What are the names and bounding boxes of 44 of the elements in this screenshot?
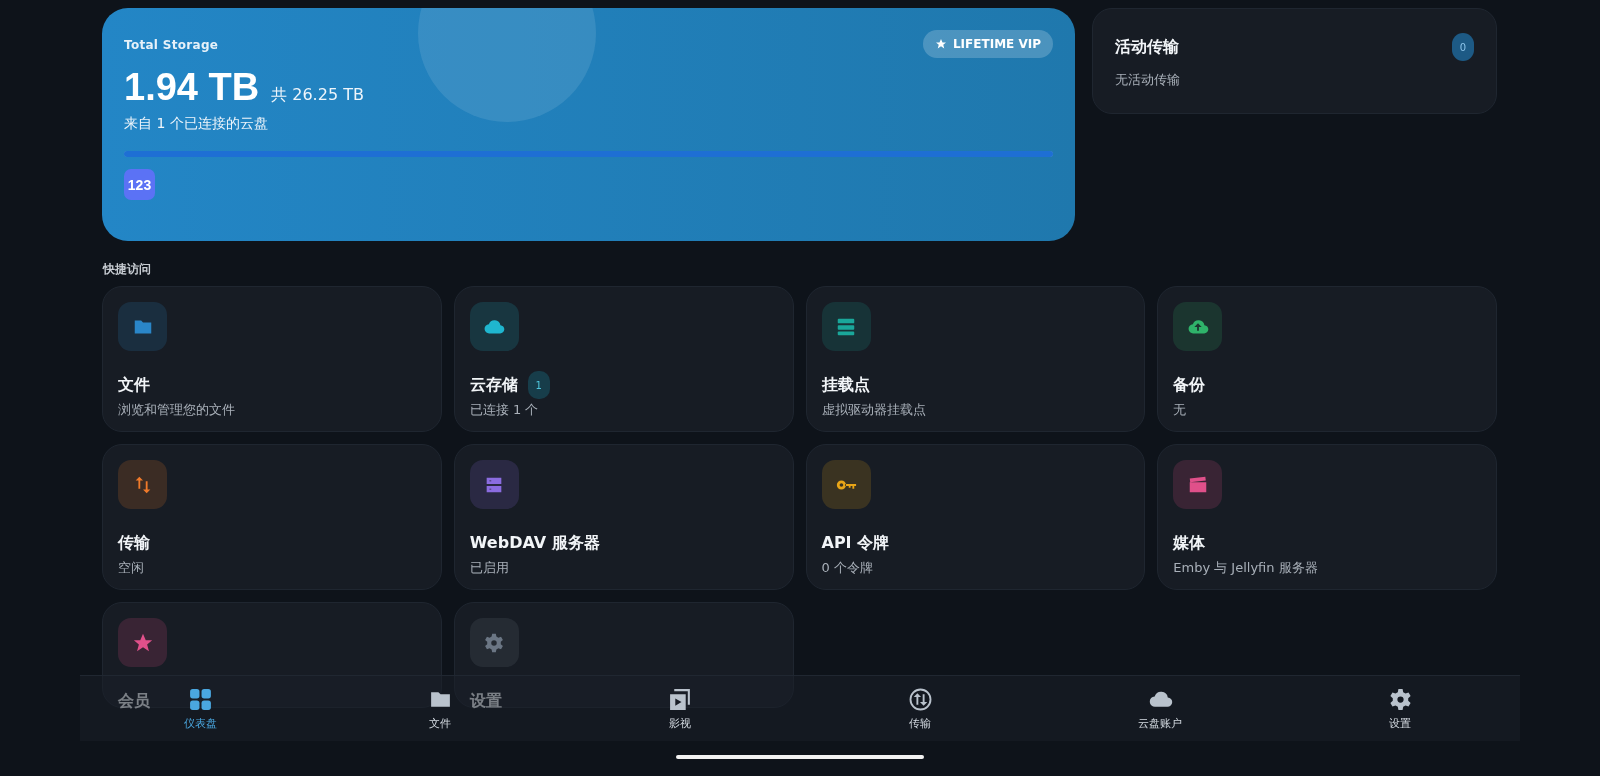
video-icon bbox=[667, 686, 693, 712]
used-storage: 1.94 TB bbox=[124, 66, 260, 109]
nav-tab[interactable]: 设置 bbox=[1280, 676, 1520, 741]
quick-access-card[interactable]: 云存储 1 已连接 1 个 bbox=[453, 286, 794, 432]
storage-source: 来自 1 个已连接的云盘 bbox=[124, 115, 269, 133]
card-title: 活动传输 bbox=[1115, 36, 1179, 58]
card-title: WebDAV 服务器 bbox=[469, 532, 600, 554]
card-subtitle: 虚拟驱动器挂载点 bbox=[821, 401, 927, 419]
dashboard-grid-icon bbox=[187, 686, 213, 712]
storage-label: Total Storage bbox=[124, 38, 219, 52]
count-badge: 1 bbox=[527, 371, 550, 399]
vip-label: LIFETIME VIP bbox=[952, 37, 1041, 51]
transfer-arrows-icon bbox=[907, 686, 933, 712]
quick-access-card[interactable]: API 令牌 0 个令牌 bbox=[805, 444, 1146, 590]
quick-access-card[interactable]: 设置 bbox=[453, 602, 794, 708]
quick-access-card[interactable]: WebDAV 服务器 已启用 bbox=[453, 444, 794, 590]
card-title: 媒体 bbox=[1173, 532, 1206, 554]
card-subtitle: 已启用 bbox=[469, 559, 510, 577]
provider-logo: 123 bbox=[124, 169, 155, 200]
quick-access-card[interactable]: 挂载点 虚拟驱动器挂载点 bbox=[805, 286, 1146, 432]
quick-access-card[interactable]: 文件 浏览和管理您的文件 bbox=[102, 286, 442, 432]
quick-access-card[interactable]: 备份 无 bbox=[1157, 286, 1497, 432]
section-title: 快捷访问 bbox=[103, 261, 152, 278]
card-subtitle: 无 bbox=[1173, 401, 1188, 419]
card-title: API 令牌 bbox=[821, 532, 890, 554]
nav-tab[interactable]: 传输 bbox=[800, 676, 1040, 741]
status-text: 无活动传输 bbox=[1115, 71, 1181, 89]
card-subtitle: 已连接 1 个 bbox=[469, 401, 540, 419]
card-title: 备份 bbox=[1173, 374, 1206, 396]
quick-access-card[interactable]: 会员 bbox=[102, 602, 442, 708]
card-title: 传输 bbox=[118, 532, 150, 554]
quick-access-card[interactable]: 传输 空闲 bbox=[102, 444, 442, 590]
card-title: 云存储 bbox=[469, 374, 518, 396]
card-subtitle: 0 个令牌 bbox=[821, 559, 874, 577]
nav-tab[interactable]: 云盘账户 bbox=[1040, 676, 1280, 741]
card-subtitle: 浏览和管理您的文件 bbox=[118, 401, 236, 419]
card-subtitle: Emby 与 Jellyfin 服务器 bbox=[1173, 559, 1319, 577]
card-title: 文件 bbox=[118, 374, 150, 396]
card-title: 挂载点 bbox=[821, 374, 870, 396]
star-icon bbox=[934, 38, 947, 50]
card-subtitle: 空闲 bbox=[118, 559, 145, 577]
quick-access-card[interactable]: 媒体 Emby 与 Jellyfin 服务器 bbox=[1157, 444, 1497, 590]
count-badge: 0 bbox=[1452, 33, 1474, 61]
total-storage: 共 26.25 TB bbox=[271, 85, 364, 106]
